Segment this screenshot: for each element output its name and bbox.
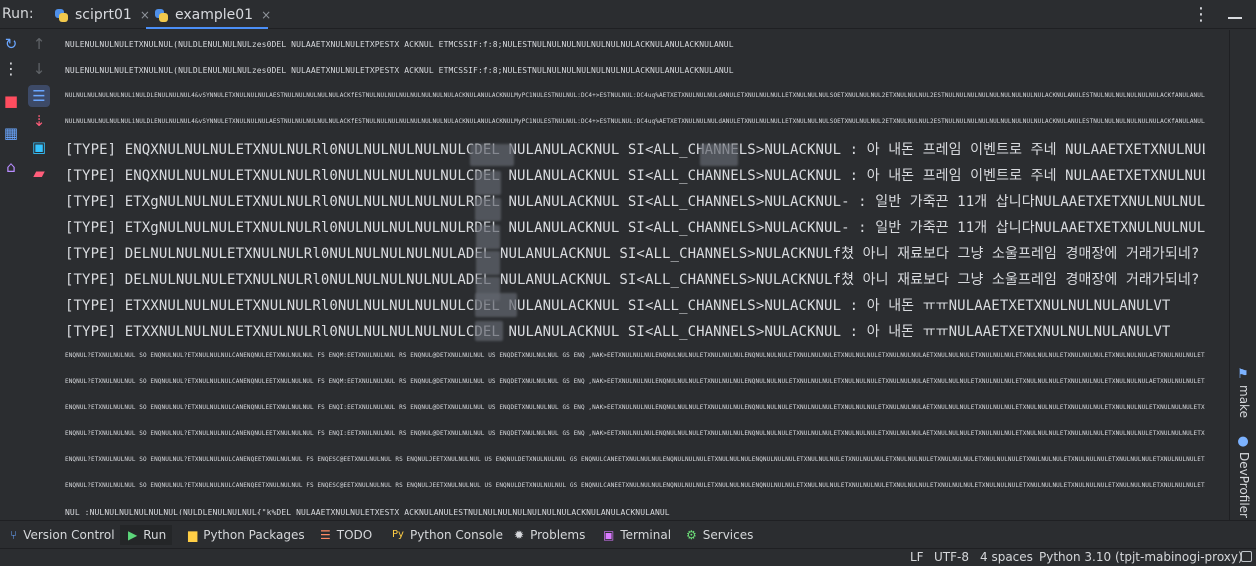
indent-status[interactable]: 4 spaces: [980, 550, 1033, 564]
close-icon[interactable]: ×: [261, 9, 271, 21]
console-line: ENQNUL?ETXNULNULNUL SO ENQNULNUL?ETXNULN…: [65, 404, 1205, 411]
rerun-icon[interactable]: ↻: [0, 33, 22, 55]
console-line: NULNULNULNULNULNULiNULDLENULNULNUL4&vSYN…: [65, 92, 1205, 99]
run-tool-label: Run: [143, 528, 167, 542]
stop-icon[interactable]: ■: [0, 90, 22, 112]
minimize-icon[interactable]: [1228, 16, 1242, 19]
version-control-button[interactable]: ⑂ Version Control: [10, 525, 115, 545]
problems-label: Problems: [530, 528, 586, 542]
lock-icon[interactable]: [1241, 551, 1252, 562]
right-tool-window-rail: ⚑ make ● DevProfiler: [1229, 30, 1256, 545]
download-icon[interactable]: ⇣: [28, 110, 50, 132]
console-line: ENQNUL?ETXNULNULNUL SO ENQNULNUL?ETXNULN…: [65, 378, 1205, 385]
run-tool-button[interactable]: ▶ Run: [120, 525, 172, 545]
scroll-up-icon[interactable]: ↑: [28, 33, 50, 55]
redacted-block: [476, 225, 500, 249]
run-label: Run:: [2, 6, 34, 22]
console-line: [TYPE] ETXXNULNULNULETXNULNULRl0NULNULNU…: [65, 298, 1171, 314]
tab-label-example01: example01: [175, 7, 254, 23]
scroll-down-icon[interactable]: ↓: [28, 58, 50, 80]
console-line: ENQNUL?ETXNULNULNUL SO ENQNULNUL?ETXNULN…: [65, 482, 1205, 489]
services-label: Services: [702, 528, 754, 542]
console-line: NULENULNULNULETXNULNUL(NULDLENULNULNULze…: [65, 40, 734, 49]
run-tab-bar: Run: sciprt01 × example01 × ⋮: [0, 0, 1256, 29]
console-line: [TYPE] ENQXNULNULNULETXNULNULRl0NULNULNU…: [65, 168, 1205, 184]
services-icon: ⚙: [686, 528, 697, 542]
layout-icon[interactable]: ▦: [0, 122, 22, 144]
console-line: [TYPE] DELNULNULNULETXNULNULRl0NULNULNUL…: [65, 272, 1205, 288]
console-line: [TYPE] ENQXNULNULNULETXNULNULRl0NULNULNU…: [65, 142, 1205, 158]
python-packages-button[interactable]: ▆ Python Packages: [188, 525, 305, 545]
console-line: [TYPE] ETXXNULNULNULETXNULNULRl0NULNULNU…: [65, 324, 1171, 340]
status-bar: LF UTF-8 4 spaces Python 3.10 (tpjt-mabi…: [0, 548, 1256, 566]
console-line: [TYPE] DELNULNULNULETXNULNULRl0NULNULNUL…: [65, 246, 1205, 262]
redacted-block: [470, 144, 514, 166]
print-icon[interactable]: ▣: [28, 136, 50, 158]
redacted-block: [475, 198, 501, 221]
trash-icon[interactable]: ▰: [28, 162, 50, 184]
ide-window: Run: sciprt01 × example01 × ⋮ ↻ ⋮ ■ ▦ ⌂ …: [0, 0, 1256, 566]
python-console-button[interactable]: Py Python Console: [392, 525, 503, 545]
python-interpreter-status[interactable]: Python 3.10 (tpjt-mabinogi-proxy): [1039, 550, 1243, 564]
todo-icon: ☰: [320, 528, 331, 542]
close-icon[interactable]: ×: [140, 9, 150, 21]
services-button[interactable]: ⚙ Services: [686, 525, 753, 545]
python-icon: [154, 8, 169, 23]
terminal-label: Terminal: [620, 528, 672, 542]
python-packages-label: Python Packages: [203, 528, 305, 542]
make-tool-label[interactable]: make: [1237, 385, 1251, 418]
run-toolbar: ↻ ⋮ ■ ▦ ⌂ ↑ ↓ ☰ ⇣ ▣ ▰: [0, 30, 50, 515]
redacted-block: [475, 171, 501, 195]
terminal-button[interactable]: ▣ Terminal: [603, 525, 671, 545]
pin-icon[interactable]: ⌂: [0, 156, 22, 178]
python-icon: [54, 8, 69, 23]
tab-label-sciprt01: sciprt01: [75, 7, 132, 23]
more-options-icon[interactable]: ⋮: [1192, 4, 1210, 25]
todo-button[interactable]: ☰ TODO: [320, 525, 372, 545]
redacted-block: [475, 293, 517, 317]
profiler-icon[interactable]: ●: [1236, 435, 1250, 449]
console-line: [TYPE] ETXgNULNULNULETXNULNULRl0NULNULNU…: [65, 194, 1205, 210]
redacted-block: [700, 144, 738, 166]
python-console-icon: Py: [392, 529, 404, 540]
version-control-label: Version Control: [23, 528, 115, 542]
tab-sciprt01[interactable]: sciprt01 ×: [50, 4, 150, 26]
console-line: ENQNUL?ETXNULNULNUL SO ENQNULNUL?ETXNULN…: [65, 430, 1205, 437]
console-line: NULENULNULNULETXNULNUL(NULDLENULNULNULze…: [65, 66, 734, 75]
devprofiler-tool-label[interactable]: DevProfiler: [1237, 452, 1251, 518]
console-line: ENQNUL?ETXNULNULNUL SO ENQNULNUL?ETXNULN…: [65, 456, 1205, 463]
branch-icon: ⑂: [10, 528, 18, 542]
bottom-tool-window-bar: ⑂ Version Control ▶ Run ▆ Python Package…: [0, 520, 1256, 548]
play-icon: ▶: [128, 528, 138, 542]
console-line: NULNULNULNULNULNULiNULDLENULNULNUL4&vSYN…: [65, 118, 1205, 125]
package-icon: ▆: [188, 528, 198, 542]
python-console-label: Python Console: [409, 528, 503, 542]
console-line: ENQNUL?ETXNULNULNUL SO ENQNULNUL?ETXNULN…: [65, 352, 1205, 359]
todo-label: TODO: [336, 528, 373, 542]
console-line: NUL :NULNULNULNULNULNUL(NULDLENULNULNUL{…: [65, 508, 670, 515]
make-icon[interactable]: ⚑: [1236, 368, 1250, 382]
more-icon[interactable]: ⋮: [0, 57, 22, 79]
line-separator-status[interactable]: LF: [910, 550, 924, 564]
problems-button[interactable]: ✹ Problems: [514, 525, 585, 545]
bug-icon: ✹: [514, 528, 525, 542]
redacted-block: [475, 321, 503, 341]
soft-wrap-icon[interactable]: ☰: [28, 85, 50, 107]
run-console-output[interactable]: NULENULNULNULETXNULNUL(NULDLENULNULNULze…: [50, 30, 1230, 515]
terminal-icon: ▣: [603, 528, 615, 542]
redacted-block: [476, 251, 500, 275]
encoding-status[interactable]: UTF-8: [934, 550, 969, 564]
tab-example01[interactable]: example01 ×: [146, 4, 271, 29]
console-line: [TYPE] ETXgNULNULNULETXNULNULRl0NULNULNU…: [65, 220, 1205, 236]
top-actions: ⋮: [1192, 4, 1242, 25]
